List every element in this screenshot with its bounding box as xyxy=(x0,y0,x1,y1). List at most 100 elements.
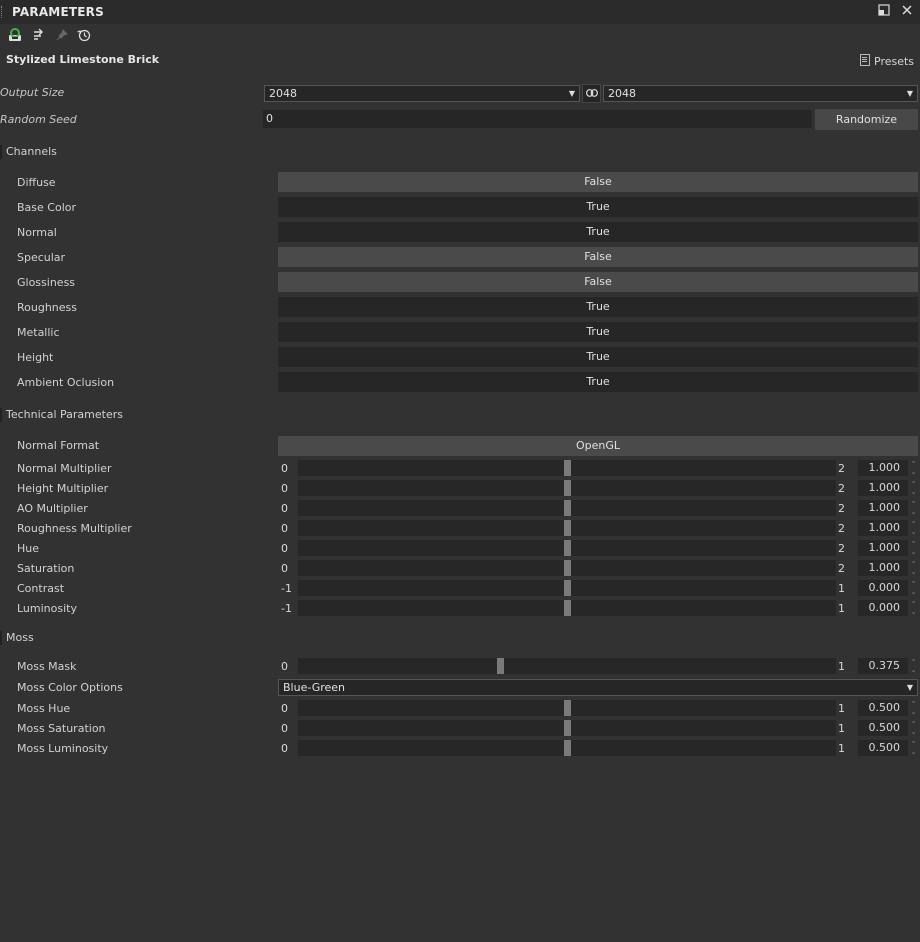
slider-value-input[interactable]: 1.000 xyxy=(858,480,908,496)
slider-max: 1 xyxy=(838,742,845,755)
slider-min: 0 xyxy=(281,660,288,673)
slider-value-input[interactable]: 0.500 xyxy=(858,740,908,756)
slider-max: 1 xyxy=(838,702,845,715)
channel-toggle[interactable]: False xyxy=(278,172,918,192)
spinner-icon[interactable]: ⌃ ⌄ xyxy=(909,540,918,556)
slider-value-input[interactable]: 0.000 xyxy=(858,600,908,616)
slider-label: Hue xyxy=(17,542,40,555)
channel-toggle[interactable]: True xyxy=(278,297,918,317)
slider-track[interactable] xyxy=(298,480,836,496)
channel-toggle[interactable]: False xyxy=(278,272,918,292)
normal-format-label: Normal Format xyxy=(17,439,100,452)
slider-value-input[interactable]: 1.000 xyxy=(858,540,908,556)
slider-thumb[interactable] xyxy=(564,740,571,756)
maximize-icon[interactable] xyxy=(876,4,892,20)
channel-toggle[interactable]: True xyxy=(278,347,918,367)
slider-value-input[interactable]: 0.000 xyxy=(858,580,908,596)
spinner-icon[interactable]: ⌃ ⌄ xyxy=(909,580,918,596)
spinner-icon[interactable]: ⌃ ⌄ xyxy=(909,500,918,516)
slider-thumb[interactable] xyxy=(564,540,571,556)
channel-label: Ambient Oclusion xyxy=(17,376,115,389)
slider-label: Luminosity xyxy=(17,602,77,615)
spinner-icon[interactable]: ⌃ ⌄ xyxy=(909,480,918,496)
panel-title: PARAMETERS xyxy=(12,5,104,19)
randomize-button[interactable]: Randomize xyxy=(815,109,918,130)
chevron-down-icon: ▼ xyxy=(568,89,575,98)
slider-value-input[interactable]: 0.375 xyxy=(858,658,908,674)
slider-thumb[interactable] xyxy=(564,520,571,536)
spinner-icon[interactable]: ⌃ ⌄ xyxy=(909,520,918,536)
channel-toggle[interactable]: True xyxy=(278,222,918,242)
slider-thumb[interactable] xyxy=(564,700,571,716)
slider-value-input[interactable]: 1.000 xyxy=(858,460,908,476)
slider-track[interactable] xyxy=(298,560,836,576)
spinner-icon[interactable]: ⌃ ⌄ xyxy=(909,460,918,476)
spinner-icon[interactable]: ⌃ ⌄ xyxy=(909,700,918,716)
channel-toggle[interactable]: True xyxy=(278,372,918,392)
slider-max: 2 xyxy=(838,542,845,555)
slider-label: AO Multiplier xyxy=(17,502,88,515)
slider-track[interactable] xyxy=(298,500,836,516)
slider-thumb[interactable] xyxy=(564,580,571,596)
slider-track[interactable] xyxy=(298,720,836,736)
slider-label: Saturation xyxy=(17,562,75,575)
slider-track[interactable] xyxy=(298,460,836,476)
slider-thumb[interactable] xyxy=(564,460,571,476)
slider-min: 0 xyxy=(281,562,288,575)
slider-value-input[interactable]: 1.000 xyxy=(858,500,908,516)
slider-track[interactable] xyxy=(298,600,836,616)
slider-value-input[interactable]: 0.500 xyxy=(858,720,908,736)
slider-min: 0 xyxy=(281,502,288,515)
slider-max: 1 xyxy=(838,602,845,615)
slider-value-input[interactable]: 1.000 xyxy=(858,520,908,536)
channel-label: Metallic xyxy=(17,326,60,339)
channel-toggle[interactable]: True xyxy=(278,197,918,217)
spinner-icon[interactable]: ⌃ ⌄ xyxy=(909,658,918,674)
slider-label: Contrast xyxy=(17,582,65,595)
slider-thumb[interactable] xyxy=(564,480,571,496)
slider-thumb[interactable] xyxy=(564,720,571,736)
spinner-icon[interactable]: ⌃ ⌄ xyxy=(909,560,918,576)
slider-thumb[interactable] xyxy=(564,600,571,616)
spinner-icon[interactable]: ⌃ ⌄ xyxy=(909,720,918,736)
slider-track[interactable] xyxy=(298,540,836,556)
slider-track[interactable] xyxy=(298,700,836,716)
parameters-toolbar xyxy=(0,26,920,48)
slider-thumb[interactable] xyxy=(564,560,571,576)
channel-toggle[interactable]: False xyxy=(278,247,918,267)
slider-track[interactable] xyxy=(298,520,836,536)
close-icon[interactable] xyxy=(899,4,915,20)
panel-titlebar: PARAMETERS xyxy=(0,0,920,24)
reset-icon[interactable] xyxy=(30,28,48,46)
presets-button[interactable]: Presets xyxy=(860,54,914,68)
drag-grip[interactable] xyxy=(1,6,6,18)
channel-label: Specular xyxy=(17,251,66,264)
section-channels[interactable]: Channels xyxy=(6,145,57,158)
history-icon[interactable] xyxy=(75,28,93,46)
slider-min: 0 xyxy=(281,742,288,755)
slider-track[interactable] xyxy=(298,740,836,756)
moss-color-dropdown[interactable]: Blue-Green ▼ xyxy=(278,679,918,696)
normal-format-toggle[interactable]: OpenGL xyxy=(278,436,918,456)
output-width-value: 2048 xyxy=(269,87,297,100)
slider-track[interactable] xyxy=(298,658,836,674)
link-icon[interactable] xyxy=(582,84,601,103)
slider-label: Roughness Multiplier xyxy=(17,522,132,535)
random-seed-input[interactable]: 0 xyxy=(263,110,812,128)
slider-thumb[interactable] xyxy=(564,500,571,516)
slider-value-input[interactable]: 1.000 xyxy=(858,560,908,576)
slider-label: Moss Hue xyxy=(17,702,71,715)
slider-track[interactable] xyxy=(298,580,836,596)
section-moss[interactable]: Moss xyxy=(6,631,34,644)
channel-toggle[interactable]: True xyxy=(278,322,918,342)
pin-icon[interactable] xyxy=(53,28,71,46)
chevron-down-icon: ▼ xyxy=(906,683,913,692)
slider-value-input[interactable]: 0.500 xyxy=(858,700,908,716)
slider-thumb[interactable] xyxy=(497,658,504,674)
spinner-icon[interactable]: ⌃ ⌄ xyxy=(909,600,918,616)
output-width-dropdown[interactable]: 2048 ▼ xyxy=(264,85,580,102)
spinner-icon[interactable]: ⌃ ⌄ xyxy=(909,740,918,756)
output-height-dropdown[interactable]: 2048 ▼ xyxy=(603,85,918,102)
save-preset-icon[interactable] xyxy=(6,28,24,46)
section-technical-parameters[interactable]: Technical Parameters xyxy=(6,408,123,421)
